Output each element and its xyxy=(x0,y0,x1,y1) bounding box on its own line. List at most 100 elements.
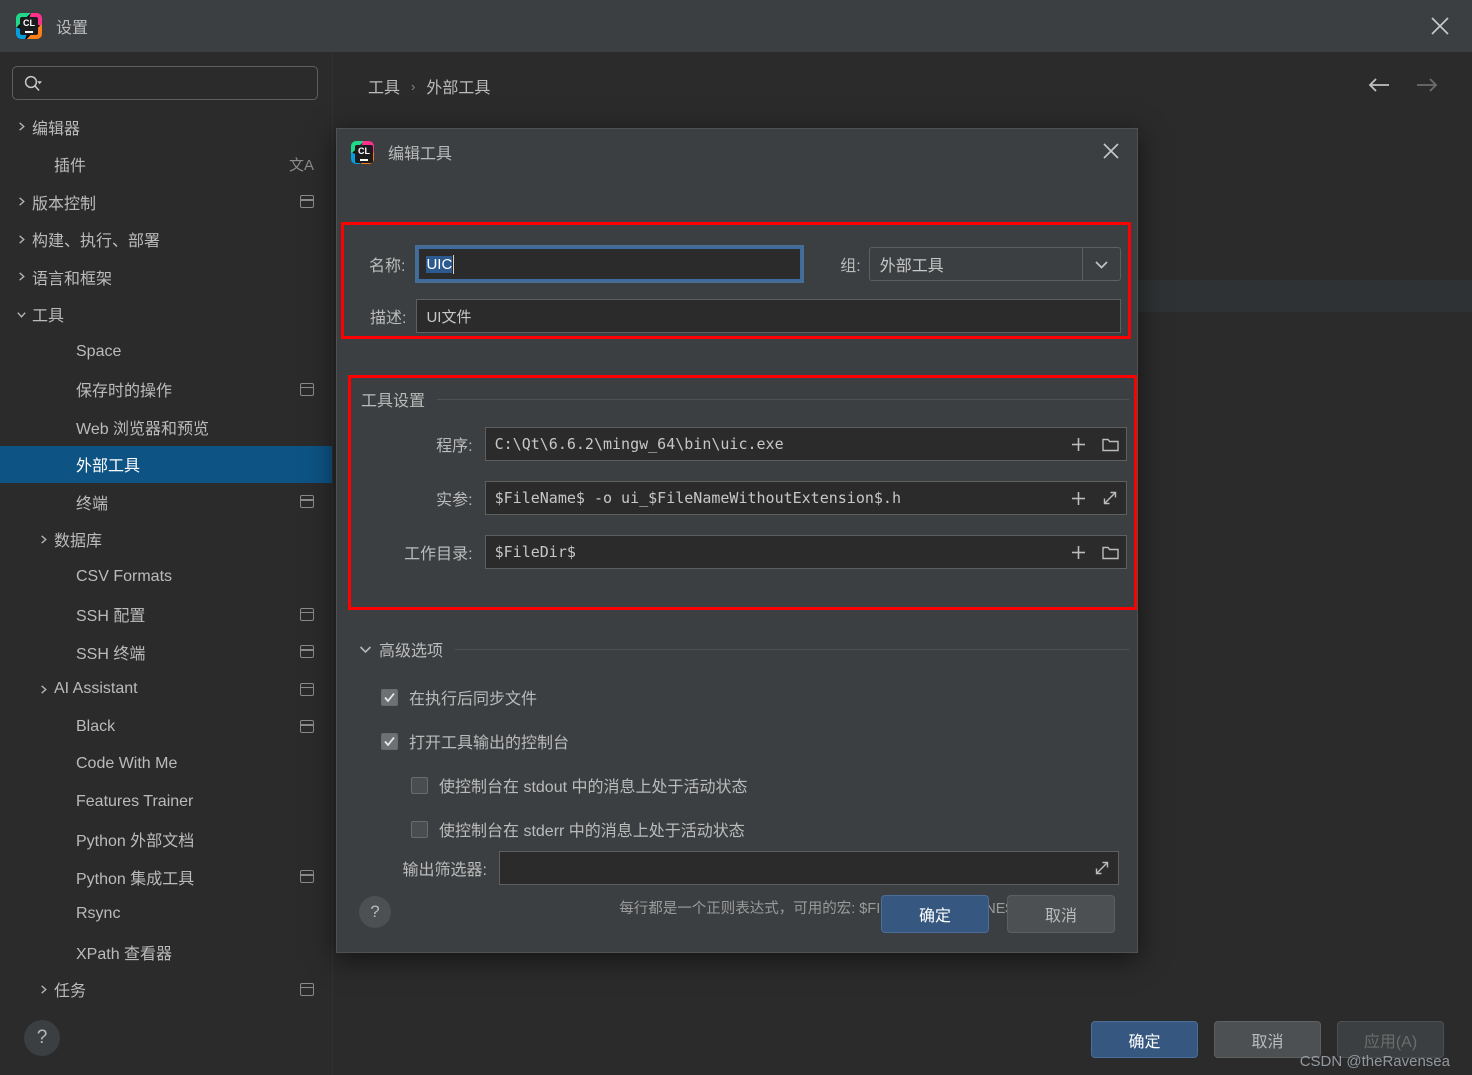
name-group-row: 名称: UIC 组: 外部工具 xyxy=(355,245,1122,283)
sidebar-item-label: 插件 xyxy=(54,158,87,176)
sidebar-item[interactable]: 任务 xyxy=(0,971,332,1009)
sidebar-item-badge xyxy=(299,495,314,509)
folder-icon[interactable] xyxy=(1094,535,1126,569)
help-button[interactable]: ? xyxy=(24,1020,60,1056)
sidebar-item-label: 数据库 xyxy=(54,533,103,551)
sidebar-item[interactable]: Rsync xyxy=(0,896,332,934)
program-actions xyxy=(1062,427,1126,461)
chevron-right-icon[interactable] xyxy=(32,984,54,995)
arrow-left-icon[interactable] xyxy=(1367,76,1392,99)
sidebar-item[interactable]: 工具 xyxy=(0,296,332,334)
window-close-icon[interactable] xyxy=(1426,12,1454,40)
checkbox[interactable] xyxy=(381,688,398,706)
watermark: CSDN @theRavensea xyxy=(1299,1053,1450,1070)
background-tool-row xyxy=(1133,280,1472,312)
sidebar-item[interactable]: 版本控制 xyxy=(0,183,332,221)
advanced-option-row[interactable]: 在执行后同步文件 xyxy=(381,675,1129,719)
sidebar-item[interactable]: 外部工具 xyxy=(0,445,332,483)
sidebar-item[interactable]: SSH 配置 xyxy=(0,596,332,634)
sidebar-item-label: Black xyxy=(76,717,116,735)
sidebar-item[interactable]: Black xyxy=(0,708,332,746)
dialog-clion-logo-icon: CL xyxy=(351,140,374,164)
sidebar-item-label: SSH 配置 xyxy=(76,608,146,626)
sidebar-item[interactable]: 保存时的操作 xyxy=(0,371,332,409)
name-input[interactable]: UIC xyxy=(415,245,804,283)
sidebar-item[interactable]: Web 浏览器和预览 xyxy=(0,408,332,446)
description-input[interactable]: UI文件 xyxy=(416,299,1121,333)
sidebar-item-label: Code With Me xyxy=(76,755,178,773)
sidebar-item-badge xyxy=(299,607,314,621)
chevron-down-icon[interactable] xyxy=(10,309,32,320)
chevron-down-icon[interactable] xyxy=(359,645,372,654)
name-label: 名称: xyxy=(369,258,406,275)
expand-icon[interactable] xyxy=(1094,481,1126,515)
advanced-options-header[interactable]: 高级选项 xyxy=(359,637,1129,661)
dialog-footer: ? 确定 取消 xyxy=(337,880,1137,952)
group-combobox[interactable]: 外部工具 xyxy=(868,247,1122,281)
dialog-action-buttons: 确定 取消 xyxy=(881,895,1115,933)
sidebar-item[interactable]: AI Assistant xyxy=(0,671,332,709)
dialog-close-icon[interactable] xyxy=(1098,138,1124,164)
description-row: 描述: UI文件 xyxy=(355,299,1121,333)
copy-icon xyxy=(299,982,314,996)
search-input[interactable] xyxy=(42,75,317,91)
checkbox[interactable] xyxy=(411,820,428,838)
copy-icon xyxy=(299,607,314,621)
sidebar-item[interactable]: 数据库 xyxy=(0,521,332,559)
sidebar-item[interactable]: Python 集成工具 xyxy=(0,858,332,896)
sidebar-item-badge xyxy=(299,682,314,696)
sidebar-item-badge xyxy=(299,382,314,396)
advanced-options-title: 高级选项 xyxy=(379,643,444,660)
sidebar-item[interactable]: SSH 终端 xyxy=(0,633,332,671)
copy-icon xyxy=(299,682,314,696)
advanced-option-row[interactable]: 使控制台在 stderr 中的消息上处于活动状态 xyxy=(411,807,1129,851)
program-input-value: C:\Qt\6.6.2\mingw_64\bin\uic.exe xyxy=(494,435,784,453)
sidebar-item[interactable]: Code With Me xyxy=(0,746,332,784)
chevron-down-icon[interactable] xyxy=(1082,248,1120,280)
description-input-value: UI文件 xyxy=(426,308,472,326)
sidebar-item[interactable]: 编辑器 xyxy=(0,108,332,146)
chevron-right-icon[interactable] xyxy=(10,271,32,282)
arrow-right-icon[interactable] xyxy=(1414,76,1439,99)
dialog-title: 编辑工具 xyxy=(388,146,453,163)
sidebar-item[interactable]: 语言和框架 xyxy=(0,258,332,296)
working-directory-input[interactable]: $FileDir$ xyxy=(484,535,1127,569)
chevron-right-icon[interactable] xyxy=(32,534,54,545)
description-label: 描述: xyxy=(370,310,407,327)
checkbox[interactable] xyxy=(411,776,428,794)
plus-icon[interactable] xyxy=(1062,481,1094,515)
sidebar-item[interactable]: CSV Formats xyxy=(0,558,332,596)
tool-settings-title: 工具设置 xyxy=(361,393,426,410)
chevron-right-icon[interactable] xyxy=(10,196,32,207)
folder-icon[interactable] xyxy=(1094,427,1126,461)
breadcrumb-parent[interactable]: 工具 xyxy=(368,74,400,98)
chevron-right-icon[interactable] xyxy=(32,684,54,695)
dialog-help-button[interactable]: ? xyxy=(359,896,391,928)
sidebar-item[interactable]: Python 外部文档 xyxy=(0,821,332,859)
advanced-option-row[interactable]: 使控制台在 stdout 中的消息上处于活动状态 xyxy=(411,763,1129,807)
chevron-right-icon[interactable] xyxy=(10,234,32,245)
advanced-option-row[interactable]: 打开工具输出的控制台 xyxy=(381,719,1129,763)
dialog-ok-button[interactable]: 确定 xyxy=(881,895,989,933)
settings-ok-button[interactable]: 确定 xyxy=(1091,1021,1198,1058)
chevron-right-icon[interactable] xyxy=(10,121,32,132)
plus-icon[interactable] xyxy=(1062,427,1094,461)
program-input[interactable]: C:\Qt\6.6.2\mingw_64\bin\uic.exe xyxy=(484,427,1127,461)
section-divider xyxy=(437,398,1129,400)
plus-icon[interactable] xyxy=(1062,535,1094,569)
arguments-row: 实参: $FileName$ -o ui_$FileNameWithoutExt… xyxy=(377,481,1127,515)
sidebar-item-label: 终端 xyxy=(76,495,109,513)
arguments-input[interactable]: $FileName$ -o ui_$FileNameWithoutExtensi… xyxy=(484,481,1127,515)
checkbox[interactable] xyxy=(381,732,398,750)
sidebar-item[interactable]: Features Trainer xyxy=(0,783,332,821)
sidebar-item-badge xyxy=(299,870,314,884)
search-box[interactable] xyxy=(12,66,318,100)
advanced-option-label: 在执行后同步文件 xyxy=(409,691,538,708)
sidebar-item[interactable]: 插件 文A xyxy=(0,146,332,184)
sidebar-item[interactable]: 终端 xyxy=(0,483,332,521)
sidebar-item[interactable]: XPath 查看器 xyxy=(0,933,332,971)
sidebar-item[interactable]: 构建、执行、部署 xyxy=(0,221,332,259)
dialog-cancel-button[interactable]: 取消 xyxy=(1007,895,1115,933)
group-combobox-value: 外部工具 xyxy=(879,258,944,275)
sidebar-item[interactable]: Space xyxy=(0,333,332,371)
